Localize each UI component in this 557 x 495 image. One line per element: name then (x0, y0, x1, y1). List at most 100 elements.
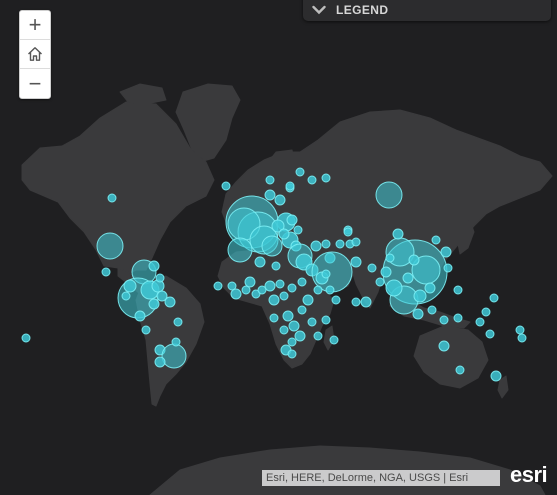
map-marker[interactable] (413, 289, 427, 303)
map-marker[interactable] (286, 214, 298, 226)
map-attribution[interactable]: Esri, HERE, DeLorme, NGA, USGS | Esri (262, 470, 500, 486)
map-marker[interactable] (213, 281, 223, 291)
map-marker[interactable] (101, 267, 111, 277)
map-marker[interactable] (412, 308, 424, 320)
map-marker[interactable] (443, 263, 453, 273)
map-marker[interactable] (351, 297, 361, 307)
map-marker[interactable] (440, 246, 452, 258)
map-marker[interactable] (321, 173, 331, 183)
map-marker[interactable] (244, 276, 256, 288)
map-marker[interactable] (321, 269, 331, 279)
map-marker[interactable] (134, 310, 146, 322)
home-button[interactable] (20, 40, 50, 69)
map-marker[interactable] (329, 335, 339, 345)
map-marker[interactable] (335, 239, 345, 249)
map-marker[interactable] (164, 296, 176, 308)
map-marker[interactable] (453, 285, 463, 295)
map-marker[interactable] (141, 325, 151, 335)
map-marker[interactable] (343, 227, 353, 237)
map-marker[interactable] (375, 277, 385, 287)
map-marker[interactable] (351, 237, 361, 247)
map-marker[interactable] (161, 343, 187, 369)
map-marker[interactable] (288, 320, 300, 332)
map-marker[interactable] (287, 337, 297, 347)
map-marker[interactable] (490, 370, 502, 382)
map-marker[interactable] (485, 329, 495, 339)
map-marker[interactable] (294, 330, 306, 342)
map-marker[interactable] (221, 181, 231, 191)
map-marker[interactable] (297, 277, 307, 287)
map-marker[interactable] (350, 256, 362, 268)
map-marker[interactable] (148, 260, 160, 272)
map-marker[interactable] (171, 337, 181, 347)
map-marker[interactable] (321, 315, 331, 325)
map-marker[interactable] (331, 295, 341, 305)
map-marker[interactable] (271, 261, 281, 271)
esri-logo[interactable]: esri (510, 462, 548, 488)
map-canvas[interactable] (0, 0, 557, 495)
map-marker[interactable] (230, 288, 242, 300)
map-marker[interactable] (517, 333, 527, 343)
map-marker[interactable] (402, 272, 414, 284)
map-marker[interactable] (173, 317, 183, 327)
map-marker[interactable] (375, 181, 403, 209)
map-marker[interactable] (424, 282, 436, 294)
map-marker[interactable] (227, 237, 253, 263)
map-marker[interactable] (307, 175, 317, 185)
map-marker[interactable] (439, 315, 449, 325)
map-marker[interactable] (360, 296, 372, 308)
zoom-out-button[interactable]: − (20, 69, 50, 98)
map-marker[interactable] (313, 331, 323, 341)
map-marker[interactable] (269, 313, 279, 323)
map-marker[interactable] (123, 279, 137, 293)
map-marker[interactable] (380, 266, 392, 278)
map-marker[interactable] (261, 235, 283, 257)
map-marker[interactable] (307, 317, 317, 327)
map-marker[interactable] (321, 239, 331, 249)
map-marker[interactable] (279, 325, 289, 335)
map-marker[interactable] (408, 254, 420, 266)
map-marker[interactable] (265, 175, 275, 185)
map-marker[interactable] (285, 181, 295, 191)
map-marker[interactable] (282, 310, 294, 322)
map-marker[interactable] (278, 228, 290, 240)
map-marker[interactable] (275, 279, 285, 289)
map-marker[interactable] (453, 313, 463, 323)
map-marker[interactable] (154, 356, 166, 368)
map-marker[interactable] (274, 194, 286, 206)
map-marker[interactable] (293, 225, 303, 235)
map-marker[interactable] (481, 307, 491, 317)
map-marker[interactable] (287, 283, 297, 293)
map-marker[interactable] (489, 293, 499, 303)
map-marker[interactable] (310, 240, 322, 252)
map-marker[interactable] (107, 193, 117, 203)
map-marker[interactable] (268, 294, 280, 306)
map-marker[interactable] (148, 298, 160, 310)
map-marker[interactable] (254, 256, 266, 268)
map-marker[interactable] (313, 285, 323, 295)
map-marker[interactable] (325, 285, 335, 295)
map-marker[interactable] (427, 305, 437, 315)
map-marker[interactable] (475, 317, 485, 327)
map-marker[interactable] (515, 325, 525, 335)
map-marker[interactable] (279, 291, 289, 301)
map-marker[interactable] (302, 294, 314, 306)
map-marker[interactable] (264, 280, 276, 292)
map-marker[interactable] (392, 228, 404, 240)
map-marker[interactable] (385, 279, 403, 297)
legend-panel[interactable]: LEGEND (303, 0, 551, 21)
map-marker[interactable] (297, 305, 307, 315)
chevron-down-icon[interactable] (312, 5, 326, 15)
map-marker[interactable] (385, 253, 395, 263)
map-marker[interactable] (438, 340, 450, 352)
map-marker[interactable] (96, 232, 124, 260)
map-marker[interactable] (155, 273, 165, 283)
zoom-in-button[interactable]: + (20, 11, 50, 40)
map-marker[interactable] (295, 167, 305, 177)
map-marker[interactable] (431, 235, 441, 245)
map-marker[interactable] (21, 333, 31, 343)
map-marker[interactable] (367, 263, 377, 273)
map-marker[interactable] (264, 189, 276, 201)
map-marker[interactable] (287, 349, 297, 359)
map-marker[interactable] (455, 365, 465, 375)
